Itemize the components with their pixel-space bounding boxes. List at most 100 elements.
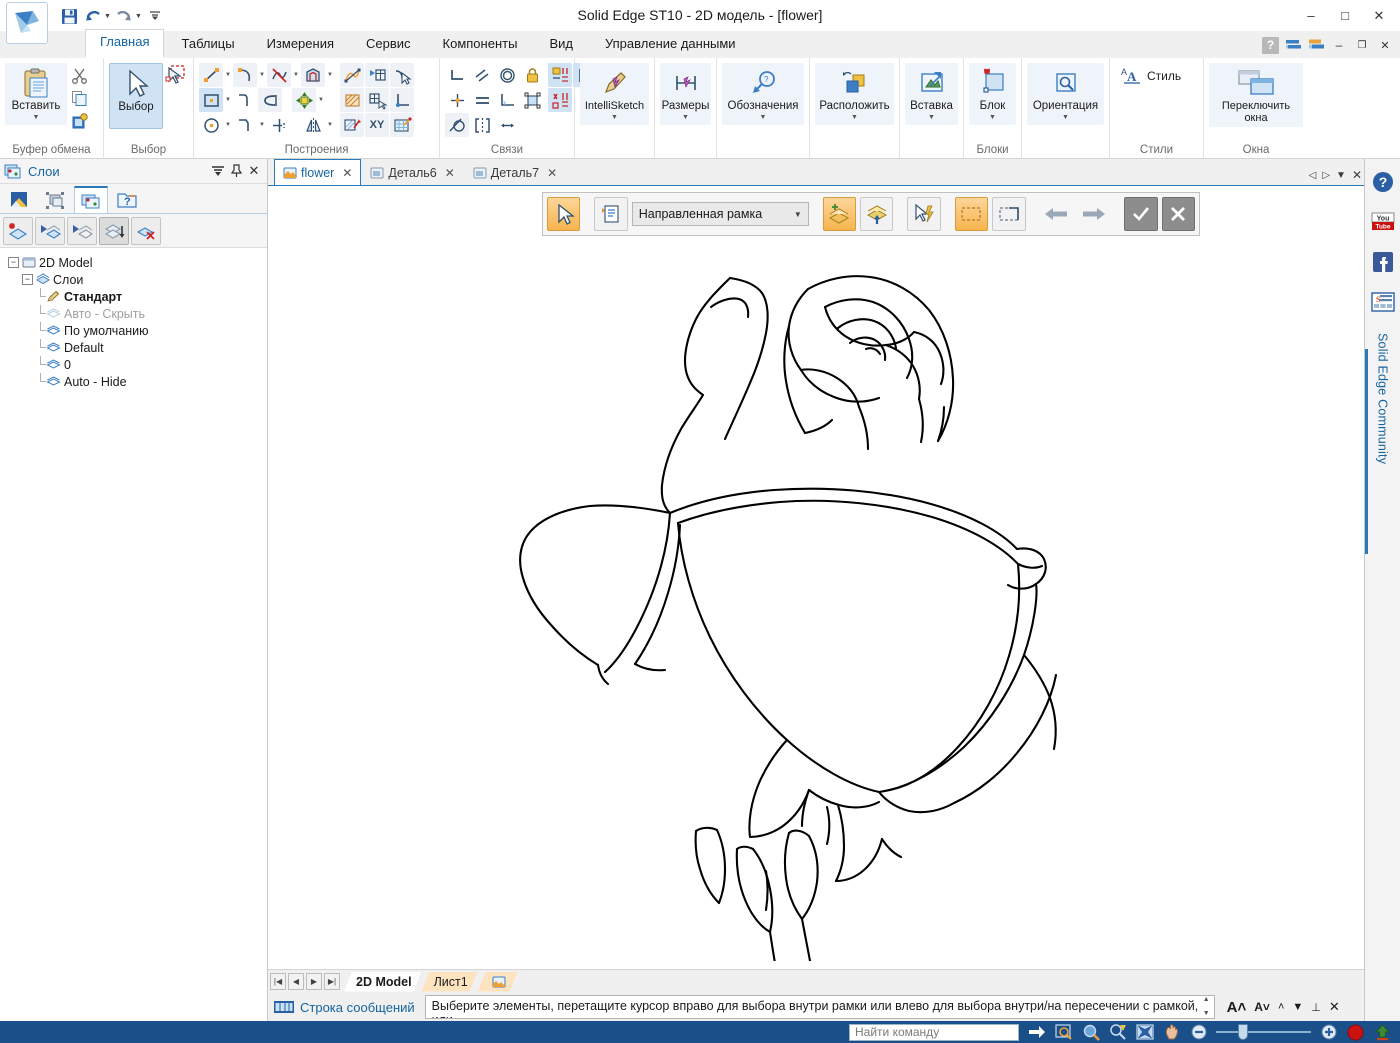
zoom-slider-thumb[interactable] xyxy=(1238,1024,1248,1040)
next-button[interactable] xyxy=(1077,197,1110,231)
scroll-tabs-right-icon[interactable]: ▷ xyxy=(1322,170,1330,181)
tree-item-auto-hide[interactable]: Auto - Hide xyxy=(6,373,267,390)
lock-icon[interactable] xyxy=(520,63,544,87)
select-tool-button[interactable] xyxy=(547,197,581,231)
previous-button[interactable] xyxy=(1039,197,1072,231)
doc-close-button[interactable]: ✕ xyxy=(1376,36,1394,54)
close-icon[interactable]: ✕ xyxy=(445,166,455,180)
rectangle-icon[interactable] xyxy=(199,88,223,112)
document-tab-detail7[interactable]: Деталь7 ✕ xyxy=(464,159,566,185)
orientation-dropdown-icon[interactable]: ▼ xyxy=(1062,114,1069,122)
close-icon[interactable]: ✕ xyxy=(1329,999,1340,1015)
select-similar-icon[interactable] xyxy=(163,64,187,86)
concentric-icon[interactable] xyxy=(495,63,519,87)
fill-region-icon[interactable] xyxy=(340,113,364,137)
annotations-dropdown-icon[interactable]: ▼ xyxy=(760,114,767,122)
intellisketch-button[interactable]: IntelliSketch ▼ xyxy=(580,63,649,125)
copy-to-layer-icon[interactable] xyxy=(67,216,97,245)
extend-dropdown-icon[interactable] xyxy=(292,113,300,137)
facebook-icon[interactable] xyxy=(1370,249,1396,275)
help-tab[interactable]: ? xyxy=(110,186,144,213)
move-dropdown-icon[interactable]: ▼ xyxy=(317,88,325,112)
inside-frame-button[interactable] xyxy=(954,197,989,231)
cut-icon[interactable] xyxy=(67,64,91,86)
move-icon[interactable] xyxy=(292,88,316,112)
corner-icon[interactable] xyxy=(390,88,414,112)
tab-list-icon[interactable]: ▼ xyxy=(1336,170,1346,181)
style-button[interactable]: A A Стиль xyxy=(1115,63,1187,89)
youtube-icon[interactable]: You Tube xyxy=(1370,209,1396,235)
selection-options-button[interactable] xyxy=(594,197,628,231)
line-dropdown-icon[interactable]: ▼ xyxy=(224,63,232,87)
symmetric-diameter-icon[interactable] xyxy=(495,113,519,137)
block-dropdown-icon[interactable]: ▼ xyxy=(989,114,996,122)
dimensions-button[interactable]: Размеры ▼ xyxy=(659,63,712,125)
ribbon-tab-tables[interactable]: Таблицы xyxy=(166,31,249,58)
selection-mode-select[interactable]: Направленная рамка ▼ xyxy=(631,202,809,226)
delete-curve-icon[interactable] xyxy=(267,63,291,87)
tree-node-root[interactable]: − 2D Model xyxy=(6,254,267,271)
horizontal-vertical-icon[interactable] xyxy=(495,88,519,112)
offset-dropdown-icon[interactable]: ▼ xyxy=(326,63,334,87)
zoom-icon[interactable] xyxy=(1081,1023,1100,1042)
line-icon[interactable] xyxy=(199,63,223,87)
application-button[interactable] xyxy=(6,2,48,44)
increase-font-icon[interactable]: A˄ xyxy=(1227,999,1247,1016)
xy-coordinate-icon[interactable]: XY xyxy=(365,113,389,137)
minimize-button[interactable]: – xyxy=(1294,3,1328,29)
delete-curve-dropdown-icon[interactable]: ▼ xyxy=(292,63,300,87)
block-button[interactable]: Блок ▼ xyxy=(969,63,1016,125)
redo-icon[interactable] xyxy=(113,5,135,27)
accept-button[interactable] xyxy=(1124,197,1158,231)
zoom-in-button[interactable] xyxy=(1319,1023,1338,1042)
tree-item-po-umolchaniyu[interactable]: По умолчанию xyxy=(6,322,267,339)
grid-edit-icon[interactable] xyxy=(390,113,414,137)
undo-icon[interactable] xyxy=(82,5,104,27)
ribbon-tab-home[interactable]: Главная xyxy=(85,29,165,58)
perpendicular-icon[interactable] xyxy=(445,63,469,87)
help-icon[interactable]: ? xyxy=(1262,36,1279,54)
document-tab-detail6[interactable]: Деталь6 ✕ xyxy=(361,159,463,185)
pick-point-icon[interactable] xyxy=(390,63,414,87)
move-to-layer-icon[interactable] xyxy=(35,216,65,245)
zoom-slider[interactable] xyxy=(1216,1023,1311,1041)
chamfer-icon[interactable] xyxy=(233,113,257,137)
close-icon[interactable]: ✕ xyxy=(342,166,352,180)
expand-collapse-icon[interactable]: − xyxy=(22,274,33,285)
smart-select-button[interactable] xyxy=(907,197,941,231)
circle-icon[interactable] xyxy=(199,113,223,137)
orientation-button[interactable]: Ориентация ▼ xyxy=(1027,63,1104,125)
arrange-dropdown-icon[interactable]: ▼ xyxy=(851,114,858,122)
hatch-icon[interactable] xyxy=(340,88,364,112)
trim-icon[interactable] xyxy=(258,88,282,112)
symmetric-icon[interactable] xyxy=(470,113,494,137)
switch-windows-button[interactable]: Переключить окна xyxy=(1209,63,1303,127)
scroll-tabs-left-icon[interactable]: ◁ xyxy=(1309,170,1317,181)
zoom-all-icon[interactable] xyxy=(1135,1023,1154,1042)
mirror-dropdown-icon[interactable]: ▼ xyxy=(326,113,334,137)
maintain-relationships-icon[interactable] xyxy=(548,63,572,87)
maximize-button[interactable]: □ xyxy=(1328,3,1362,29)
curve-icon[interactable] xyxy=(340,63,364,87)
tree-item-zero[interactable]: 0 xyxy=(6,356,267,373)
offset-icon[interactable] xyxy=(301,63,325,87)
annotations-button[interactable]: ? Обозначения ▼ xyxy=(722,63,804,125)
tree-item-default[interactable]: Default xyxy=(6,339,267,356)
help-icon[interactable]: ? xyxy=(1370,169,1396,195)
paste-button[interactable]: Вставить ▼ xyxy=(5,63,67,125)
cascade-windows-icon[interactable] xyxy=(1307,36,1325,54)
mirror-icon[interactable] xyxy=(301,113,325,137)
record-icon[interactable] xyxy=(1346,1023,1365,1042)
redo-dropdown-icon[interactable]: ▼ xyxy=(135,13,142,20)
last-sheet-icon[interactable]: ▶| xyxy=(324,973,340,990)
selection-tab[interactable] xyxy=(38,186,72,213)
ribbon-tab-view[interactable]: Вид xyxy=(534,31,588,58)
insert-button[interactable]: Вставка ▼ xyxy=(905,63,958,125)
arc-dropdown-icon[interactable]: ▼ xyxy=(258,63,266,87)
pan-icon[interactable] xyxy=(1162,1023,1181,1042)
delete-layer-icon[interactable] xyxy=(131,216,161,245)
go-arrow-icon[interactable] xyxy=(1027,1023,1046,1042)
ribbon-tab-data-management[interactable]: Управление данными xyxy=(590,31,751,58)
active-layer-icon[interactable] xyxy=(99,216,129,245)
prev-sheet-icon[interactable]: ◀ xyxy=(288,973,304,990)
